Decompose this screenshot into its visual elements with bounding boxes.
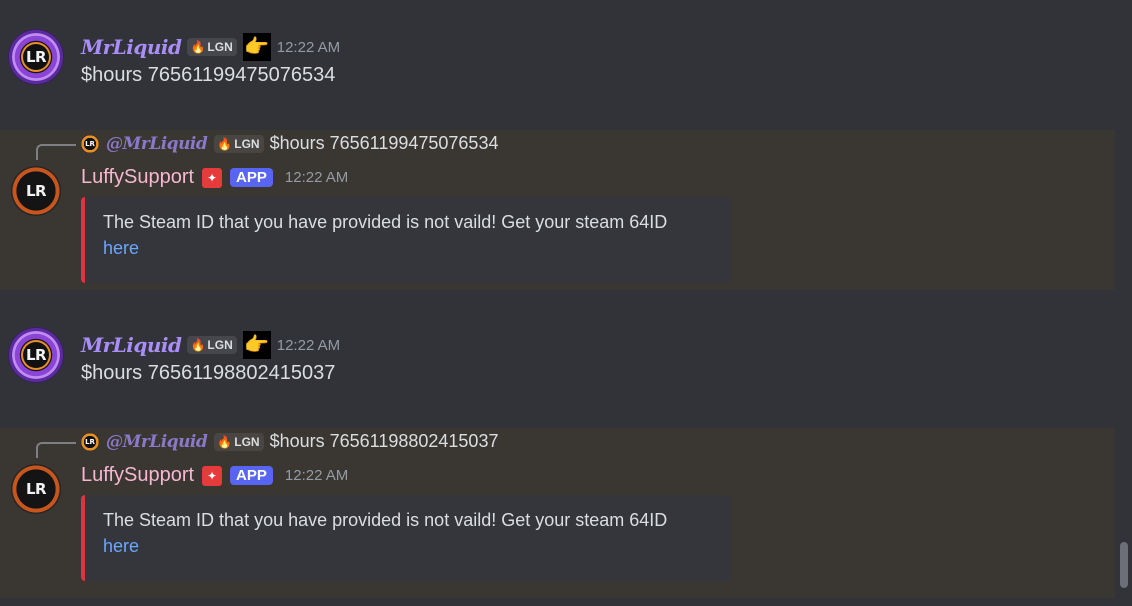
message-3[interactable]: LR MrLiquid 🔥 LGN 👉 12:22 AM $hours 76561… [0,298,1115,408]
reply-avatar: LR [81,134,99,153]
timestamp[interactable]: 12:22 AM [277,337,340,354]
embed-text: The Steam ID that you have provided is n… [103,510,668,530]
reply-spine [36,442,76,458]
app-badge: APP [230,466,273,485]
reply-text: $hours 76561199475076534 [269,133,499,153]
bot-verified-icon: ✦ [202,167,223,188]
bot-username[interactable]: LuffySupport [81,464,194,487]
chat-message-list: LR MrLiquid 🔥 LGN 👉 12:22 AM $hours 76561… [0,0,1132,606]
timestamp[interactable]: 12:22 AM [285,467,348,484]
scrollbar-thumb[interactable] [1120,542,1128,588]
reply-spine [36,144,76,160]
timestamp[interactable]: 12:22 AM [277,39,340,56]
scrollbar[interactable] [1116,0,1132,606]
bot-username[interactable]: LuffySupport [81,166,194,189]
user-avatar[interactable]: LR [9,328,63,382]
reply-text: $hours 76561198802415037 [269,431,499,451]
reply-preview[interactable]: LR @MrLiquid 🔥 LGN $hours 765611988024150… [81,431,498,452]
pointing-hand-icon: 👉 [242,33,271,61]
timestamp[interactable]: 12:22 AM [285,169,348,186]
reply-author[interactable]: @MrLiquid [106,134,208,154]
bot-verified-icon: ✦ [202,465,223,486]
reply-preview[interactable]: LR @MrLiquid 🔥 LGN $hours 765611994750765… [81,133,498,154]
message-text: $hours 76561199475076534 [81,64,336,86]
message-header: LuffySupport ✦ APP 12:22 AM [81,464,348,487]
embed: The Steam ID that you have provided is n… [81,495,731,581]
message-header: LuffySupport ✦ APP 12:22 AM [81,166,348,189]
guild-tag[interactable]: 🔥 LGN [187,336,237,354]
avatar-initials: LR [25,480,47,498]
embed-link[interactable]: here [103,235,715,261]
embed-link[interactable]: here [103,533,715,559]
username[interactable]: MrLiquid [81,333,182,357]
username[interactable]: MrLiquid [81,35,182,59]
avatar-initials: LR [25,182,47,200]
message-text: $hours 76561198802415037 [81,362,336,384]
avatar-initials: LR [25,346,47,364]
embed-text: The Steam ID that you have provided is n… [103,212,668,232]
bot-avatar[interactable]: LR [11,464,61,514]
app-badge: APP [230,168,273,187]
message-header: MrLiquid 🔥 LGN 👉 12:22 AM [81,331,340,359]
message-2[interactable]: LR @MrLiquid 🔥 LGN $hours 765611994750765… [0,130,1115,290]
guild-tag[interactable]: 🔥 LGN [187,38,237,56]
embed: The Steam ID that you have provided is n… [81,197,731,283]
flame-icon: 🔥 [217,434,233,449]
reply-guild-tag: 🔥 LGN [214,432,264,451]
flame-icon: 🔥 [190,338,206,352]
bot-avatar[interactable]: LR [11,166,61,216]
flame-icon: 🔥 [217,136,233,151]
message-4[interactable]: LR @MrLiquid 🔥 LGN $hours 765611988024150… [0,428,1115,598]
pointing-hand-icon: 👉 [242,331,271,359]
reply-avatar: LR [81,432,99,451]
avatar-initials: LR [25,48,47,66]
message-1[interactable]: LR MrLiquid 🔥 LGN 👉 12:22 AM $hours 76561… [0,0,1115,110]
reply-author[interactable]: @MrLiquid [106,432,208,452]
flame-icon: 🔥 [190,40,206,54]
reply-guild-tag: 🔥 LGN [214,134,264,153]
message-header: MrLiquid 🔥 LGN 👉 12:22 AM [81,33,340,61]
user-avatar[interactable]: LR [9,30,63,84]
